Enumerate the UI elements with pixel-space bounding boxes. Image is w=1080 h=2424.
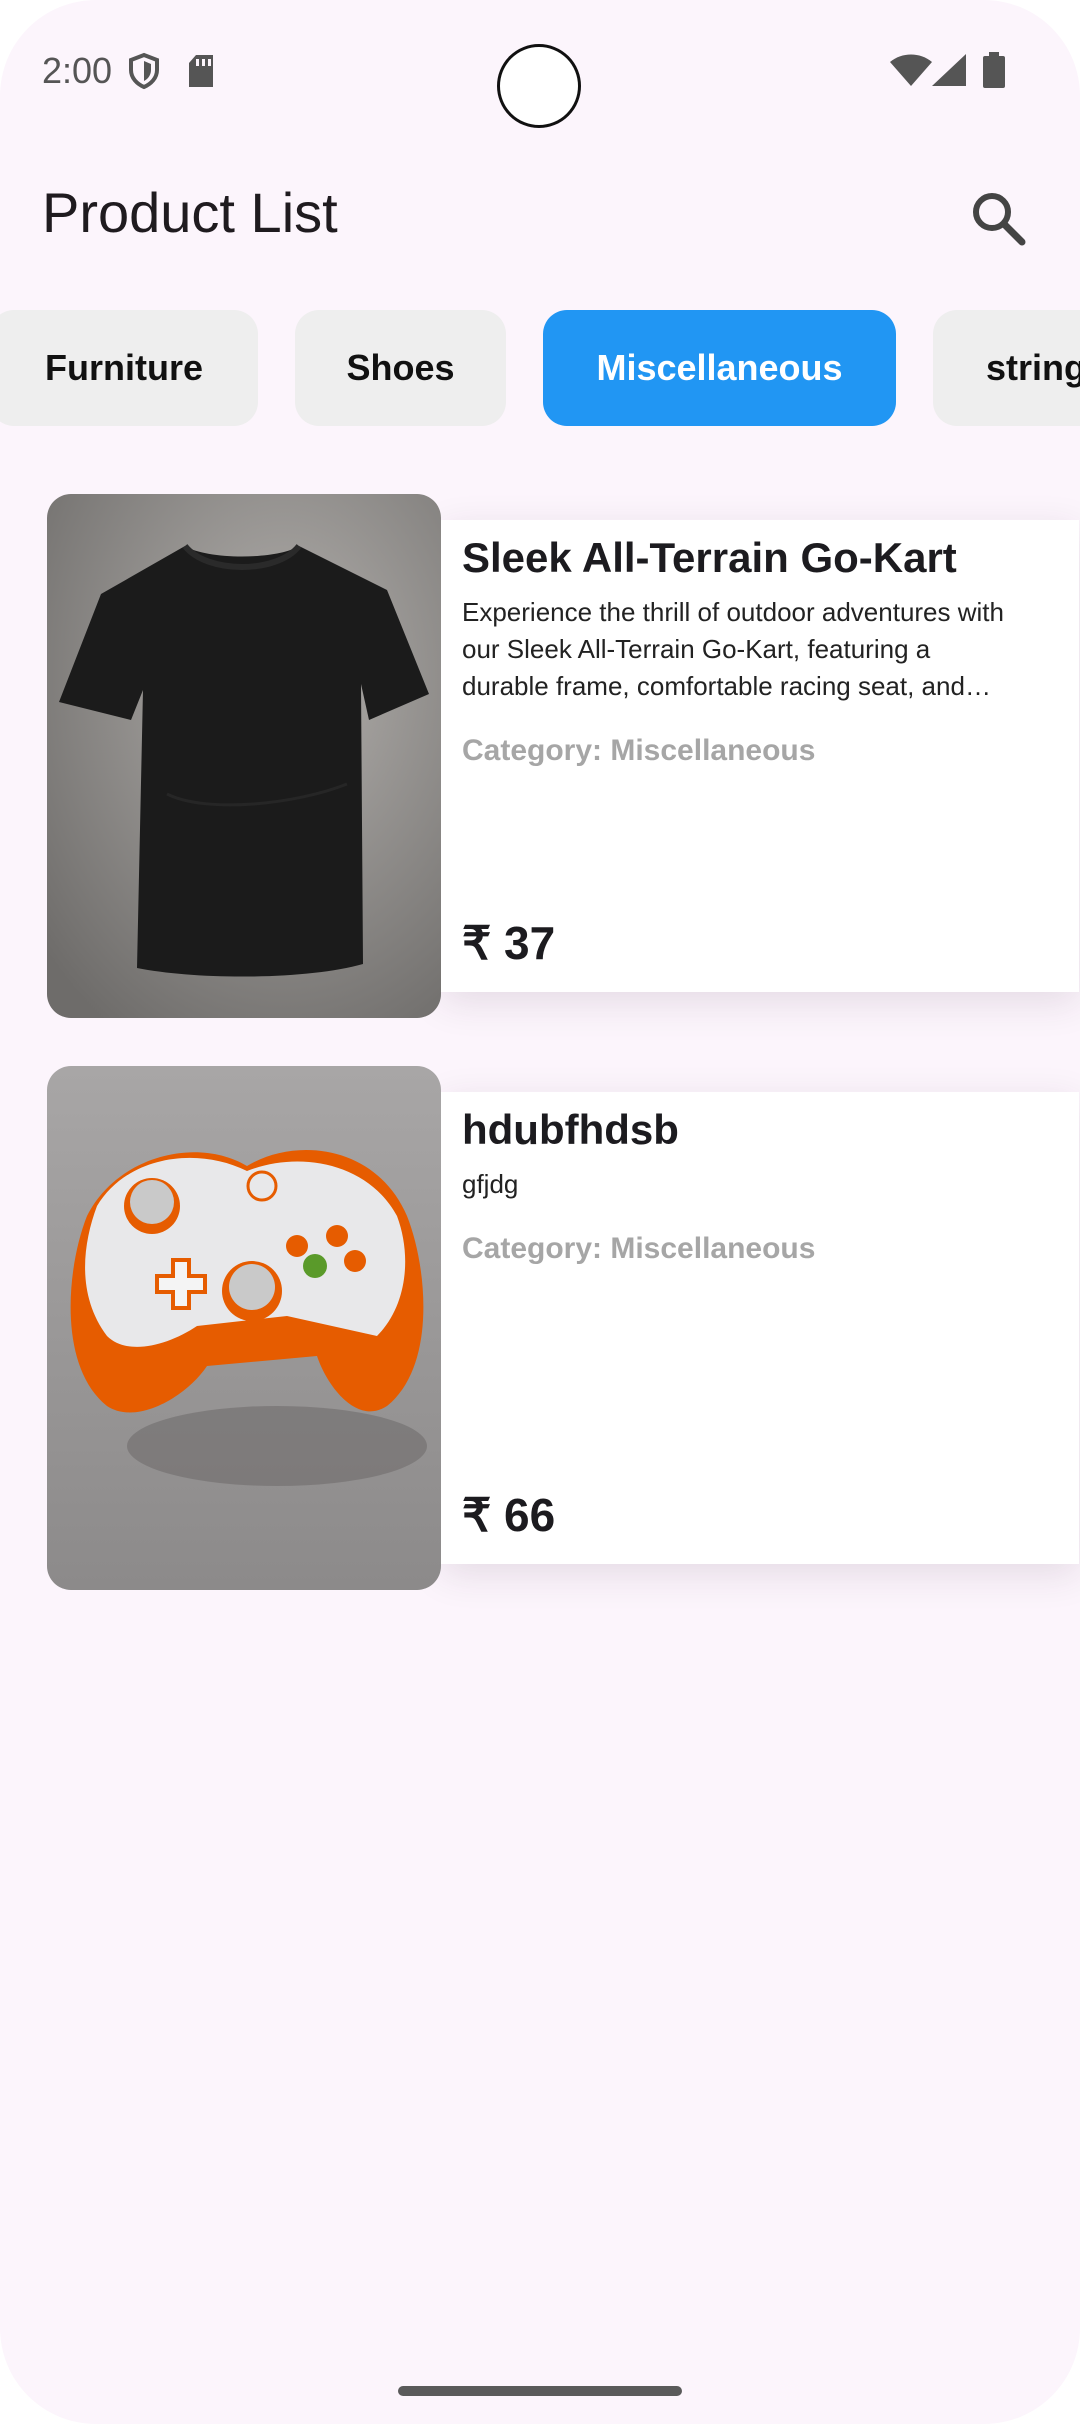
signal-icon	[932, 54, 966, 86]
app-bar: Product List	[0, 160, 1080, 270]
chip-label: string	[986, 347, 1080, 388]
product-title: Sleek All-Terrain Go-Kart	[462, 534, 957, 581]
status-time: 2:00	[42, 50, 113, 91]
product-image	[47, 494, 441, 1018]
product-card[interactable]: Sleek All-Terrain Go-Kart Experience the…	[47, 494, 1079, 1018]
game-controller-image	[47, 1066, 441, 1590]
product-image	[47, 1066, 441, 1590]
search-icon	[973, 193, 1026, 246]
shield-icon	[129, 52, 159, 90]
product-category: Category: Miscellaneous	[462, 734, 816, 767]
screen: 2:00 Product List Furniture Shoes Miscel…	[0, 0, 1080, 2424]
product-category: Category: Miscellaneous	[462, 1232, 816, 1265]
sd-card-icon	[189, 55, 213, 87]
black-tshirt-image	[47, 494, 441, 1018]
chip-label: Furniture	[45, 347, 203, 388]
category-chips: Furniture Shoes Miscellaneous string	[0, 310, 1080, 426]
wifi-icon	[890, 54, 932, 86]
status-bar: 2:00	[0, 0, 1080, 140]
product-price: ₹ 66	[462, 1489, 556, 1541]
camera-cutout	[497, 44, 581, 128]
product-description: gfjdg	[462, 1169, 519, 1199]
product-price: ₹ 37	[462, 917, 556, 969]
product-description: Experience the thrill of outdoor adventu…	[462, 597, 1004, 701]
home-indicator[interactable]	[398, 2386, 682, 2396]
product-card[interactable]: hdubfhdsb gfjdg Category: Miscellaneous …	[47, 1066, 1079, 1590]
chip-shoes[interactable]: Shoes	[295, 310, 506, 426]
product-title: hdubfhdsb	[462, 1106, 679, 1153]
chip-label: Miscellaneous	[596, 347, 843, 388]
battery-icon	[983, 52, 1005, 88]
page-title: Product List	[42, 181, 338, 244]
chip-string[interactable]: string	[933, 310, 1080, 426]
chip-miscellaneous[interactable]: Miscellaneous	[543, 310, 896, 426]
search-button[interactable]	[964, 184, 1034, 254]
chip-label: Shoes	[346, 347, 455, 388]
chip-furniture[interactable]: Furniture	[0, 310, 258, 426]
